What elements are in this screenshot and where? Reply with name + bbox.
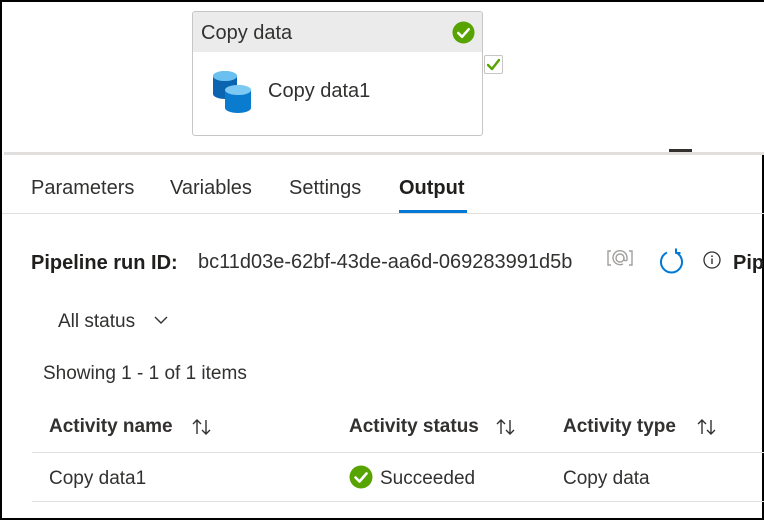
column-header-activity-name[interactable]: Activity name <box>49 416 173 438</box>
cell-activity-name[interactable]: Copy data1 <box>49 468 146 490</box>
checkmark-icon <box>486 58 501 71</box>
success-check-icon <box>349 465 373 489</box>
active-tab-indicator <box>399 210 467 213</box>
info-icon[interactable] <box>703 251 721 269</box>
status-filter-dropdown[interactable]: All status <box>58 311 135 333</box>
pipeline-run-id-value: bc11d03e-62bf-43de-aa6d-069283991d5b <box>198 251 573 273</box>
database-icon <box>213 71 251 113</box>
copy-activity-card[interactable]: Copy data Copy data1 <box>192 11 483 136</box>
column-header-activity-status[interactable]: Activity status <box>349 416 479 438</box>
cell-activity-type: Copy data <box>563 468 650 489</box>
activity-selected-checkbox[interactable] <box>484 55 503 74</box>
activity-name: Copy data1 <box>268 80 371 102</box>
cell-activity-status: Succeeded <box>380 468 476 489</box>
tab-output[interactable]: Output <box>399 177 465 200</box>
chevron-down-icon[interactable] <box>154 315 168 325</box>
item-count-summary: Showing 1 - 1 of 1 items <box>43 363 247 384</box>
table-header-divider <box>32 452 764 453</box>
tab-variables[interactable]: Variables <box>170 177 252 200</box>
activity-card-header: Copy data <box>193 12 482 52</box>
tab-parameters[interactable]: Parameters <box>31 177 134 200</box>
pipeline-run-id-label: Pipeline run ID: <box>31 252 178 274</box>
activity-type-title: Copy data <box>201 22 293 44</box>
sort-icon[interactable] <box>191 418 213 436</box>
pipeline-canvas[interactable]: Copy data Copy data1 <box>2 2 764 152</box>
sort-icon[interactable] <box>495 418 517 436</box>
tab-settings[interactable]: Settings <box>289 177 361 200</box>
activity-card-body: Copy data1 <box>193 52 482 135</box>
copy-icon[interactable] <box>607 250 633 266</box>
window-frame: Copy data Copy data1 Parameters Variable… <box>0 0 764 520</box>
column-header-activity-type[interactable]: Activity type <box>563 416 676 438</box>
panel-tabs: Parameters Variables Settings Output <box>2 155 764 214</box>
pipeline-label-truncated: Pip <box>733 252 764 274</box>
refresh-icon[interactable] <box>658 248 685 275</box>
table-row-divider <box>32 501 764 502</box>
success-check-icon <box>452 21 475 44</box>
sort-icon[interactable] <box>696 418 718 436</box>
